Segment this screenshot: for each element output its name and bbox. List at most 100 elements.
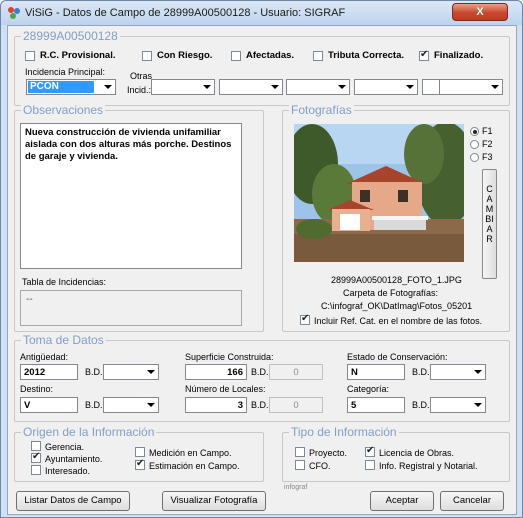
checkbox-interesado[interactable] bbox=[31, 465, 41, 475]
checkbox-label: Licencia de Obras. bbox=[379, 448, 455, 458]
bd-label: B.D. bbox=[85, 367, 103, 377]
origen-group: Origen de la Información Gerencia. Ayunt… bbox=[14, 425, 264, 482]
checkbox-licencia[interactable] bbox=[365, 445, 375, 457]
otras-incid-select-3[interactable] bbox=[286, 79, 350, 95]
observaciones-textarea[interactable]: Nueva construcción de vivienda unifamili… bbox=[20, 123, 242, 269]
categoria-value: 5 bbox=[351, 400, 357, 411]
tabla-incidencias-label: Tabla de Incidencias: bbox=[22, 277, 107, 287]
app-icon bbox=[8, 7, 20, 19]
carpeta-path: C:\infograf_OK\DatImag\Fotos_05201 bbox=[321, 301, 473, 311]
radio-f1[interactable] bbox=[470, 127, 479, 136]
fotografias-legend: Fotografías bbox=[289, 103, 354, 117]
checkbox-finalizado[interactable] bbox=[419, 49, 429, 61]
visualizar-fotografia-button[interactable]: Visualizar Fotografía bbox=[162, 491, 266, 511]
superficie-bd-input: 0 bbox=[269, 364, 323, 380]
incidencia-principal-select[interactable]: PCON bbox=[26, 79, 116, 95]
otras-incid-select-1[interactable] bbox=[151, 79, 215, 95]
checkbox-include-ref[interactable] bbox=[300, 313, 310, 325]
cambiar-letter: A bbox=[486, 224, 493, 234]
destino-label: Destino: bbox=[20, 384, 54, 394]
carpeta-label: Carpeta de Fotografías: bbox=[343, 288, 439, 298]
window-title: ViSiG - Datos de Campo de 28999A00500128… bbox=[25, 7, 346, 19]
checkbox-con-riesgo[interactable] bbox=[142, 51, 152, 61]
superficie-input[interactable]: 166 bbox=[185, 364, 247, 380]
parcel-legend: 28999A00500128 bbox=[21, 29, 120, 43]
categoria-bd-select[interactable] bbox=[430, 397, 486, 413]
otras-incid-select-4[interactable] bbox=[354, 79, 418, 95]
checkbox-gerencia[interactable] bbox=[31, 441, 41, 451]
checkbox-label: Tributa Correcta. bbox=[328, 50, 405, 61]
radio-label: F3 bbox=[482, 152, 493, 162]
cancelar-label: Cancelar bbox=[452, 495, 492, 506]
locales-input[interactable]: 3 bbox=[185, 397, 247, 413]
estado-input[interactable]: N bbox=[347, 364, 405, 380]
tabla-incidencias-box: -- bbox=[20, 290, 242, 326]
dialog-window: ViSiG - Datos de Campo de 28999A00500128… bbox=[0, 0, 523, 518]
chevron-down-icon bbox=[144, 399, 157, 411]
close-button[interactable]: X bbox=[452, 3, 508, 21]
antiguedad-bd-select[interactable] bbox=[103, 364, 159, 380]
checkbox-label: CFO. bbox=[309, 461, 331, 471]
otras-incid-select-2[interactable] bbox=[219, 79, 283, 95]
chevron-down-icon bbox=[403, 81, 416, 93]
antiguedad-label: Antigüedad: bbox=[20, 352, 69, 362]
cambiar-letter: A bbox=[486, 194, 493, 204]
checkbox-afectadas[interactable] bbox=[231, 51, 241, 61]
otras-incid-select-6[interactable] bbox=[439, 79, 503, 95]
cambiar-letter: M bbox=[485, 204, 494, 214]
property-photo[interactable] bbox=[294, 124, 464, 262]
checkbox-label: Medición en Campo. bbox=[149, 448, 232, 458]
checkbox-ayuntamiento[interactable] bbox=[31, 451, 41, 463]
observaciones-text: Nueva construcción de vivienda unifamili… bbox=[25, 127, 232, 162]
tipo-legend: Tipo de Información bbox=[289, 425, 399, 439]
destino-bd-select[interactable] bbox=[103, 397, 159, 413]
toma-datos-group: Toma de Datos Antigüedad: 2012 B.D. Supe… bbox=[14, 333, 510, 422]
aceptar-label: Aceptar bbox=[385, 495, 419, 506]
cambiar-letter: C bbox=[486, 184, 493, 194]
bd-label: B.D. bbox=[251, 400, 269, 410]
checkbox-label: Gerencia. bbox=[45, 442, 85, 452]
radio-label: F2 bbox=[482, 139, 493, 149]
antiguedad-input[interactable]: 2012 bbox=[20, 364, 78, 380]
cambiar-letter: BI bbox=[485, 214, 494, 224]
infograf-brand: infograf bbox=[284, 484, 308, 491]
parcel-group: 28999A00500128 R.C. Provisional. Con Rie… bbox=[14, 29, 510, 106]
checkbox-label: Estimación en Campo. bbox=[149, 461, 240, 471]
radio-f2[interactable] bbox=[470, 140, 479, 149]
checkbox-medicion[interactable] bbox=[135, 447, 145, 457]
checkbox-info-registral[interactable] bbox=[365, 460, 375, 470]
checkbox-label: Con Riesgo. bbox=[157, 50, 213, 61]
chevron-down-icon bbox=[335, 81, 348, 93]
dialog-client: 28999A00500128 R.C. Provisional. Con Rie… bbox=[7, 25, 517, 515]
locales-label: Número de Locales: bbox=[185, 384, 266, 394]
fotografias-group: Fotografías F1 F2 F3 C A M BI A R 28999A… bbox=[282, 103, 510, 332]
chevron-down-icon bbox=[471, 399, 484, 411]
checkbox-label: Proyecto. bbox=[309, 448, 348, 458]
checkbox-label: Incluir Ref. Cat. en el nombre de las fo… bbox=[314, 316, 483, 326]
origen-legend: Origen de la Información bbox=[21, 425, 157, 439]
tipo-group: Tipo de Información Proyecto. CFO. Licen… bbox=[282, 425, 510, 482]
visualizar-label: Visualizar Fotografía bbox=[170, 495, 258, 506]
observaciones-legend: Observaciones bbox=[21, 103, 106, 117]
otras-incid-label: Incid.: bbox=[127, 85, 152, 95]
cancelar-button[interactable]: Cancelar bbox=[440, 491, 504, 511]
estado-bd-select[interactable] bbox=[430, 364, 486, 380]
destino-input[interactable]: V bbox=[20, 397, 78, 413]
radio-f3[interactable] bbox=[470, 153, 479, 162]
checkbox-tributa-correcta[interactable] bbox=[313, 51, 323, 61]
cambiar-button[interactable]: C A M BI A R bbox=[482, 169, 497, 279]
title-bar[interactable]: ViSiG - Datos de Campo de 28999A00500128… bbox=[1, 1, 522, 25]
locales-bd-value: 0 bbox=[293, 400, 299, 411]
superficie-bd-value: 0 bbox=[293, 367, 299, 378]
observaciones-group: Observaciones Nueva construcción de vivi… bbox=[14, 103, 264, 332]
categoria-input[interactable]: 5 bbox=[347, 397, 405, 413]
listar-datos-button[interactable]: Listar Datos de Campo bbox=[16, 491, 130, 511]
aceptar-button[interactable]: Aceptar bbox=[370, 491, 434, 511]
checkbox-estimacion[interactable] bbox=[135, 458, 145, 470]
photo-filename: 28999A00500128_FOTO_1.JPG bbox=[331, 275, 462, 285]
checkbox-rc-provisional[interactable] bbox=[25, 51, 35, 61]
checkbox-proyecto[interactable] bbox=[295, 447, 305, 457]
checkbox-label: Interesado. bbox=[45, 466, 91, 476]
checkbox-cfo[interactable] bbox=[295, 460, 305, 470]
bd-label: B.D. bbox=[85, 400, 103, 410]
